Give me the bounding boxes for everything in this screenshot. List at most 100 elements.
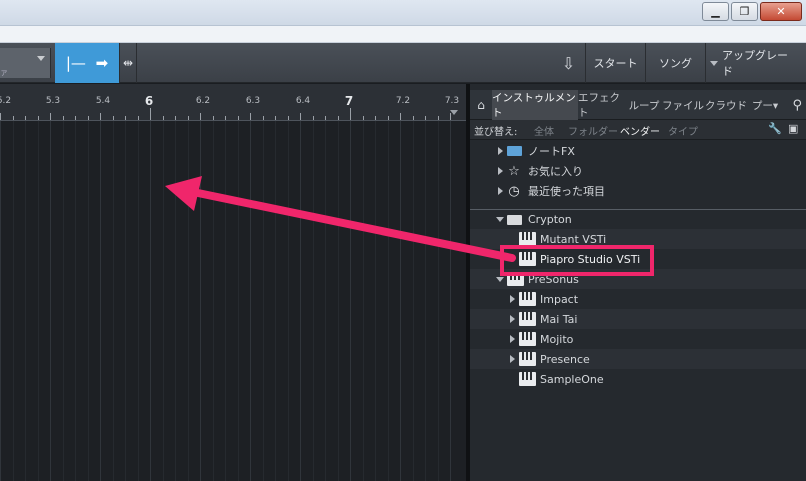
window-icon[interactable]: ▣ bbox=[788, 122, 798, 135]
ruler-tick bbox=[250, 113, 251, 120]
keyboard-icon bbox=[519, 312, 536, 326]
timeline-ruler[interactable]: 5.2 5.3 5.4 6 6.2 6.3 6.4 7 7.2 7.3 bbox=[0, 84, 466, 121]
grid-line bbox=[200, 121, 201, 481]
ruler-tick bbox=[287, 116, 289, 120]
grid-line bbox=[225, 121, 226, 481]
tree-item-crypton[interactable]: Crypton bbox=[470, 209, 806, 229]
tree-item-mai-tai[interactable]: Mai Tai bbox=[470, 309, 806, 329]
grid-line bbox=[62, 121, 64, 481]
ruler-tick bbox=[125, 116, 126, 120]
restore-button[interactable]: ❐ bbox=[731, 2, 758, 21]
chevron-right-icon[interactable] bbox=[510, 315, 515, 323]
ruler-tick bbox=[25, 116, 26, 120]
grid-line bbox=[300, 121, 301, 481]
tree-item-mojito[interactable]: Mojito bbox=[470, 329, 806, 349]
tab-pool[interactable]: プー▾ bbox=[748, 90, 782, 120]
ruler-tick bbox=[112, 116, 114, 120]
splitter-icon[interactable]: ⇹ bbox=[119, 43, 137, 83]
start-button[interactable]: スタート bbox=[586, 43, 646, 83]
tree-item-sampleone[interactable]: SampleOne bbox=[470, 369, 806, 389]
chevron-right-icon[interactable] bbox=[510, 335, 515, 343]
sort-label: 並び替え: bbox=[474, 127, 518, 138]
grid-line bbox=[75, 121, 76, 481]
tree-item-note-fx[interactable]: ノートFX bbox=[470, 141, 806, 161]
tree-item-recent[interactable]: ◷ 最近使った項目 bbox=[470, 181, 806, 201]
ruler-tick bbox=[400, 113, 401, 120]
ruler-tick bbox=[175, 116, 176, 120]
ruler-tick bbox=[87, 116, 89, 120]
grid-line bbox=[337, 121, 339, 481]
toolbar-combo[interactable]: ァ bbox=[0, 48, 51, 78]
ruler-end-marker bbox=[450, 110, 458, 115]
chevron-right-icon[interactable] bbox=[498, 187, 503, 195]
keyboard-icon bbox=[519, 332, 536, 346]
ruler-tick bbox=[37, 116, 39, 120]
tab-files[interactable]: ファイル bbox=[662, 90, 704, 120]
home-icon[interactable]: ⌂ bbox=[470, 90, 492, 120]
ruler-tick bbox=[375, 116, 376, 120]
tab-instruments[interactable]: インストゥルメント bbox=[492, 90, 578, 120]
song-button[interactable]: ソング bbox=[646, 43, 706, 83]
loop-start-icon[interactable]: |— bbox=[66, 54, 86, 72]
tab-effects[interactable]: エフェクト bbox=[578, 90, 626, 120]
window-titlebar: ▁ ❐ ✕ bbox=[0, 0, 806, 26]
arrow-right-icon[interactable]: ➡ bbox=[96, 54, 109, 72]
ruler-label: 7.2 bbox=[395, 96, 411, 106]
ruler-label: 6.2 bbox=[195, 96, 211, 106]
grid-line bbox=[150, 121, 151, 481]
grid-line bbox=[387, 121, 389, 481]
tree-item-label: Mai Tai bbox=[540, 312, 578, 326]
ruler-label: 5.2 bbox=[0, 96, 12, 106]
grid-line bbox=[187, 121, 189, 481]
tab-loops[interactable]: ループ bbox=[626, 90, 662, 120]
chevron-right-icon[interactable] bbox=[510, 295, 515, 303]
sort-option-all[interactable]: 全体 bbox=[534, 123, 554, 138]
download-icon[interactable]: ⇩ bbox=[552, 43, 586, 83]
minimize-button[interactable]: ▁ bbox=[702, 2, 729, 21]
sort-option-vendor[interactable]: ベンダー bbox=[620, 123, 660, 138]
ruler-tick bbox=[275, 116, 276, 120]
close-button[interactable]: ✕ bbox=[760, 2, 802, 21]
sort-bar: 並び替え: 全体 フォルダー ベンダー タイプ 🔧 ▣ bbox=[470, 120, 806, 140]
arrange-view[interactable]: 5.2 5.3 5.4 6 6.2 6.3 6.4 7 7.2 7.3 bbox=[0, 84, 466, 481]
search-icon[interactable]: ⚲ bbox=[792, 90, 802, 120]
tree-item-presence[interactable]: Presence bbox=[470, 349, 806, 369]
ruler-tick bbox=[12, 116, 14, 120]
ruler-tick bbox=[0, 113, 1, 120]
chevron-right-icon[interactable] bbox=[498, 167, 503, 175]
grid-line bbox=[275, 121, 276, 481]
ruler-label: 6 bbox=[144, 94, 154, 108]
tree-item-impact[interactable]: Impact bbox=[470, 289, 806, 309]
wrench-icon[interactable]: 🔧 bbox=[768, 122, 782, 135]
chevron-right-icon[interactable] bbox=[510, 355, 515, 363]
grid-line bbox=[25, 121, 26, 481]
keyboard-icon bbox=[519, 232, 536, 246]
chevron-right-icon[interactable] bbox=[498, 147, 503, 155]
upgrade-button[interactable]: アップグレード bbox=[722, 43, 798, 83]
grid-line bbox=[175, 121, 176, 481]
chevron-down-icon[interactable] bbox=[496, 276, 504, 282]
grid-line bbox=[112, 121, 114, 481]
grid-line bbox=[237, 121, 239, 481]
toolbar-combo-sub: ァ bbox=[0, 68, 8, 77]
ruler-label: 6.4 bbox=[295, 96, 311, 106]
chevron-down-icon[interactable] bbox=[496, 217, 504, 222]
ruler-label: 7.3 bbox=[444, 96, 460, 106]
grid-line bbox=[375, 121, 376, 481]
ruler-label: 6.3 bbox=[245, 96, 261, 106]
grid-line bbox=[212, 121, 214, 481]
song-dropdown[interactable] bbox=[706, 43, 722, 83]
tab-cloud[interactable]: クラウド bbox=[704, 90, 748, 120]
ruler-tick bbox=[387, 116, 389, 120]
sort-option-folder[interactable]: フォルダー bbox=[568, 123, 618, 138]
highlight-box bbox=[500, 245, 654, 276]
ruler-tick bbox=[100, 113, 101, 120]
grid-line bbox=[0, 121, 1, 481]
tree-item-label: お気に入り bbox=[528, 165, 583, 178]
tree-item-label: Impact bbox=[540, 292, 579, 306]
grid-line bbox=[425, 121, 426, 481]
browser-panel: ⌂ インストゥルメント エフェクト ループ ファイル クラウド プー▾ ⚲ 並び… bbox=[470, 84, 806, 481]
tree-item-favorites[interactable]: ☆ お気に入り bbox=[470, 161, 806, 181]
grid-line bbox=[437, 121, 439, 481]
sort-option-type[interactable]: タイプ bbox=[668, 123, 698, 138]
